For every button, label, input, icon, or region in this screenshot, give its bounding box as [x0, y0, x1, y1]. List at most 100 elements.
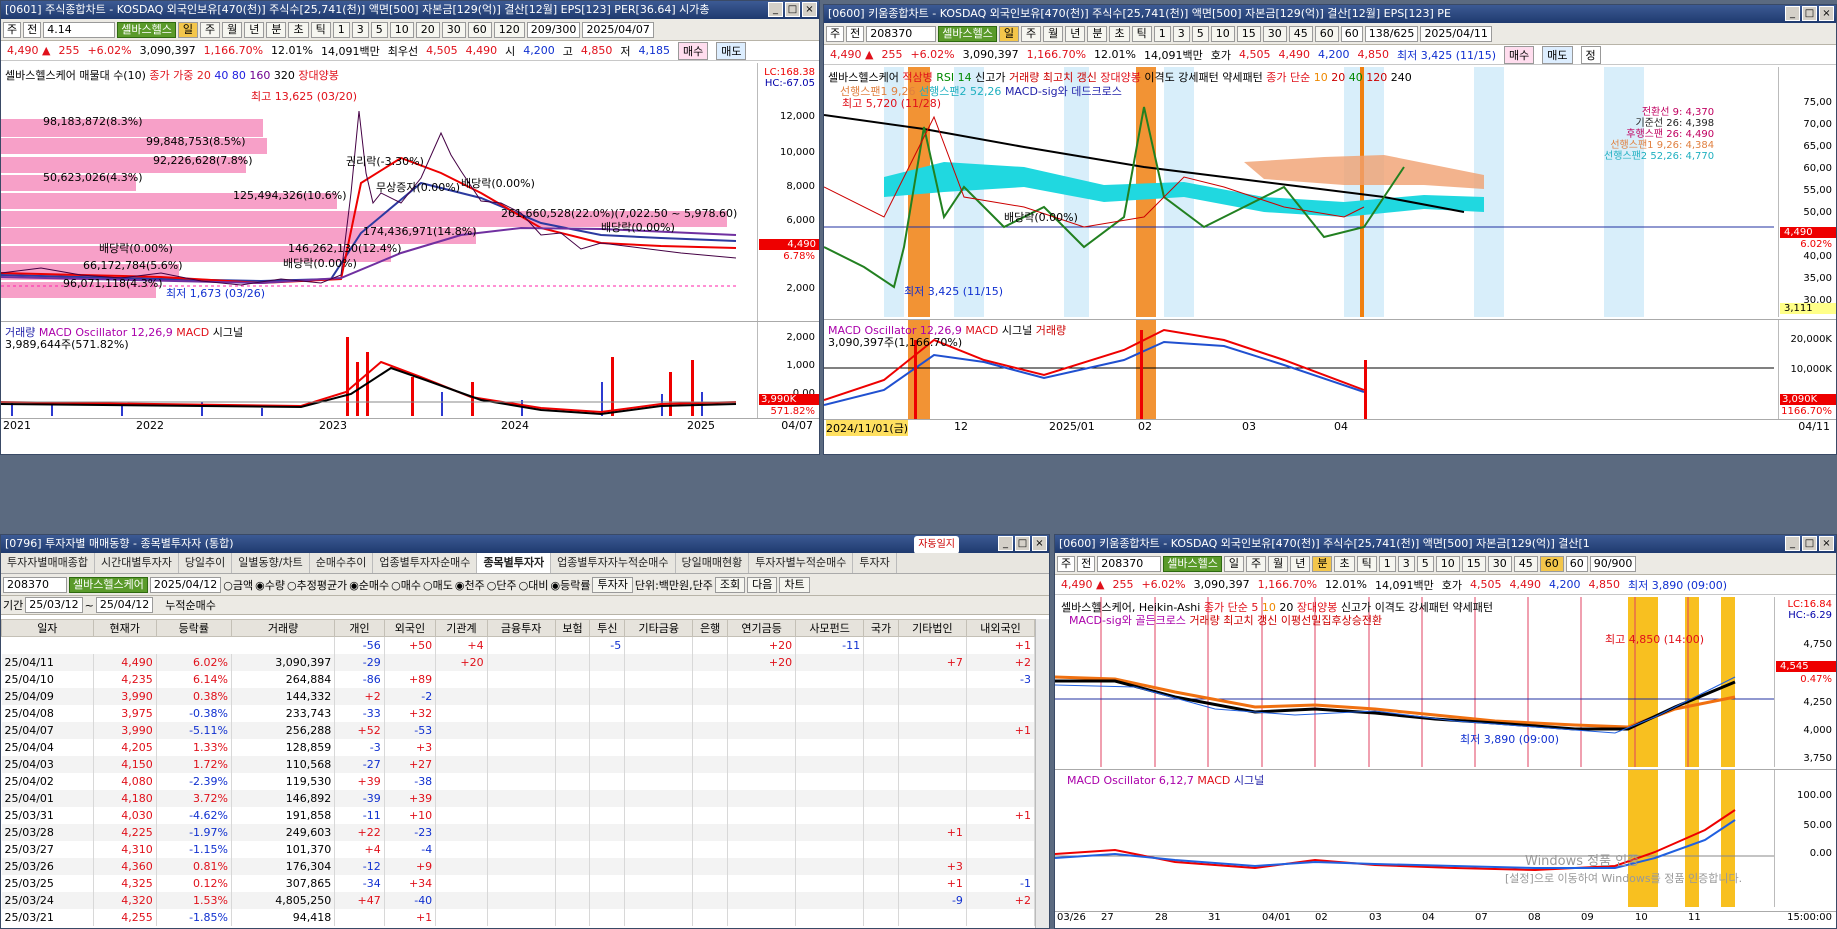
stock-name[interactable]: 셀바스헬스 — [117, 21, 176, 38]
table-row[interactable]: 25/04/01 4,180 3.72% 146,892 -39 +39 — [1, 789, 1035, 807]
column-header[interactable]: 기타법인 — [897, 619, 967, 637]
interval-select[interactable]: 60 — [1565, 555, 1588, 572]
to-date[interactable]: 25/04/12 — [95, 597, 154, 613]
buy-button[interactable]: 매수 — [677, 41, 709, 60]
tf-year[interactable]: 년 — [1065, 25, 1086, 42]
column-header[interactable]: 내외국인 — [965, 619, 1035, 637]
tab[interactable]: 당일매매현황 — [676, 553, 750, 573]
maximize-button[interactable]: □ — [1802, 6, 1817, 21]
count-input[interactable]: 90/900 — [1589, 555, 1637, 572]
tf-week[interactable]: 주 — [199, 21, 221, 38]
table-row[interactable]: 25/03/25 4,325 0.12% 307,865 -34 +34 +1 -1 — [1, 874, 1035, 892]
column-header[interactable]: 은행 — [692, 619, 729, 637]
n-30[interactable]: 30 — [441, 21, 466, 38]
period-input[interactable]: 4.14 — [43, 21, 116, 38]
tab-active[interactable]: 종목별투자자 — [477, 553, 552, 573]
n-3[interactable]: 3 — [1397, 555, 1415, 572]
tab[interactable]: 업종별투자자누적순매수 — [551, 553, 676, 573]
n-10[interactable]: 10 — [389, 21, 414, 38]
code-input[interactable]: 208370 — [1097, 555, 1162, 572]
from-date[interactable]: 25/03/12 — [25, 597, 83, 613]
code-input[interactable]: 208370 — [866, 25, 937, 42]
minimize-button[interactable]: _ — [1785, 6, 1800, 21]
chart-button[interactable]: 차트 — [779, 576, 810, 593]
table-row[interactable]: 25/04/11 4,490 6.02% 3,090,397 -29 +20 +20 +7 +2 — [1, 653, 1035, 671]
sell-button[interactable]: 매도 — [1542, 45, 1573, 64]
price-chart[interactable]: 셀바스헬스케어 매물대 수(10) 종가 가중 20 40 80 160 320… — [1, 63, 819, 321]
minimize-button[interactable]: _ — [1785, 536, 1800, 551]
column-header[interactable]: 거래량 — [230, 619, 336, 637]
column-header[interactable]: 등락률 — [155, 619, 233, 637]
table-row[interactable]: 25/04/03 4,150 1.72% 110,568 -27 +27 — [1, 755, 1035, 773]
tf-day[interactable]: 일 — [177, 21, 198, 38]
buy-button[interactable]: 매수 — [1504, 45, 1535, 64]
n-1[interactable]: 1 — [332, 21, 350, 38]
maximize-button[interactable]: □ — [1802, 536, 1817, 551]
radio-amount[interactable]: ○금액 — [223, 577, 253, 593]
tab[interactable]: 투자자별누적순매수 — [749, 553, 854, 573]
tf-week[interactable]: 주 — [1020, 25, 1042, 42]
tf-day[interactable]: 일 — [998, 25, 1019, 42]
radio-single[interactable]: ○단주 — [487, 577, 517, 593]
n-30[interactable]: 30 — [1262, 25, 1287, 42]
radio-diff[interactable]: ○대비 — [519, 577, 549, 593]
tab[interactable]: 업종별투자자순매수 — [373, 553, 478, 573]
minimize-button[interactable]: _ — [998, 536, 1013, 551]
next-button[interactable]: 다음 — [747, 576, 778, 593]
n-60[interactable]: 60 — [1539, 555, 1564, 572]
column-header[interactable]: 현재가 — [92, 619, 157, 637]
column-header[interactable]: 국가 — [863, 619, 899, 637]
close-button[interactable]: × — [802, 2, 817, 17]
n-10[interactable]: 10 — [1210, 25, 1235, 42]
n-45[interactable]: 45 — [1288, 25, 1313, 42]
table-row[interactable]: 25/04/02 4,080 -2.39% 119,530 +39 -38 — [1, 772, 1035, 790]
tf-min[interactable]: 분 — [1087, 25, 1108, 42]
macd-volume-chart[interactable]: MACD Oscillator 12,26,9 MACD 시그널 거래량 3,0… — [824, 319, 1836, 419]
sell-button[interactable]: 매도 — [716, 41, 747, 60]
tab[interactable]: 투자자별매매종합 — [1, 553, 95, 573]
query-button[interactable]: 조회 — [714, 576, 746, 593]
investor-button[interactable]: 투자자 — [592, 576, 633, 593]
notify-button[interactable]: 자동일지 — [914, 536, 959, 553]
tf-tick[interactable]: 틱 — [310, 21, 331, 38]
n-60[interactable]: 60 — [1314, 25, 1339, 42]
n-1[interactable]: 1 — [1378, 555, 1396, 572]
stock-name[interactable]: 셀바스헬스케어 — [69, 576, 148, 593]
column-header[interactable]: 외국인 — [383, 619, 437, 637]
scrollbar[interactable] — [1035, 619, 1049, 928]
column-header[interactable]: 연기금등 — [727, 619, 797, 637]
tab[interactable]: 투자자 — [853, 553, 897, 573]
n-10[interactable]: 10 — [1435, 555, 1460, 572]
table-row[interactable]: 25/04/08 3,975 -0.38% 233,743 -33 +32 — [1, 704, 1035, 722]
stock-name[interactable]: 셀바스헬스 — [938, 25, 997, 42]
tf-year[interactable]: 년 — [244, 21, 265, 38]
tf-month[interactable]: 월 — [1268, 555, 1289, 572]
macd-chart[interactable]: MACD Oscillator 6,12,7 MACD 시그널 Windows … — [1055, 769, 1836, 907]
date-input[interactable]: 2025/04/12 — [149, 576, 222, 593]
radio-buy[interactable]: ○매수 — [391, 577, 421, 593]
tf-min[interactable]: 분 — [266, 21, 287, 38]
tf-month[interactable]: 월 — [222, 21, 243, 38]
tf-tick[interactable]: 틱 — [1356, 555, 1377, 572]
table-row[interactable]: 25/03/21 4,255 -1.85% 94,418 +1 — [1, 908, 1035, 926]
column-header[interactable]: 기타금융 — [624, 619, 694, 637]
table-row[interactable]: 25/04/07 3,990 -5.11% 256,288 +52 -53 +1 — [1, 721, 1035, 739]
stock-name[interactable]: 셀바스헬스 — [1163, 555, 1222, 572]
tf-year[interactable]: 년 — [1290, 555, 1311, 572]
table-row[interactable]: 25/03/26 4,360 0.81% 176,304 -12 +9 +3 — [1, 857, 1035, 875]
column-header[interactable]: 일자 — [1, 619, 94, 637]
radio-sell[interactable]: ○매도 — [423, 577, 453, 593]
table-row[interactable]: 25/03/27 4,310 -1.15% 101,370 +4 -4 — [1, 840, 1035, 858]
column-header[interactable]: 기관계 — [435, 619, 488, 637]
n-15[interactable]: 15 — [1461, 555, 1486, 572]
market-select[interactable]: 주 — [1057, 555, 1076, 572]
heikin-ashi-chart[interactable]: 셀바스헬스케어, Heikin-Ashi 종가 단순 5 10 20 장대양봉 … — [1055, 597, 1836, 767]
date-input[interactable]: 2025/04/11 — [1420, 25, 1492, 42]
tf-sec[interactable]: 초 — [1109, 25, 1130, 42]
close-button[interactable]: × — [1819, 536, 1834, 551]
maximize-button[interactable]: □ — [785, 2, 800, 17]
tf-month[interactable]: 월 — [1043, 25, 1064, 42]
tab[interactable]: 시간대별투자자 — [95, 553, 179, 573]
n-120[interactable]: 120 — [493, 21, 525, 38]
n-60[interactable]: 60 — [467, 21, 492, 38]
